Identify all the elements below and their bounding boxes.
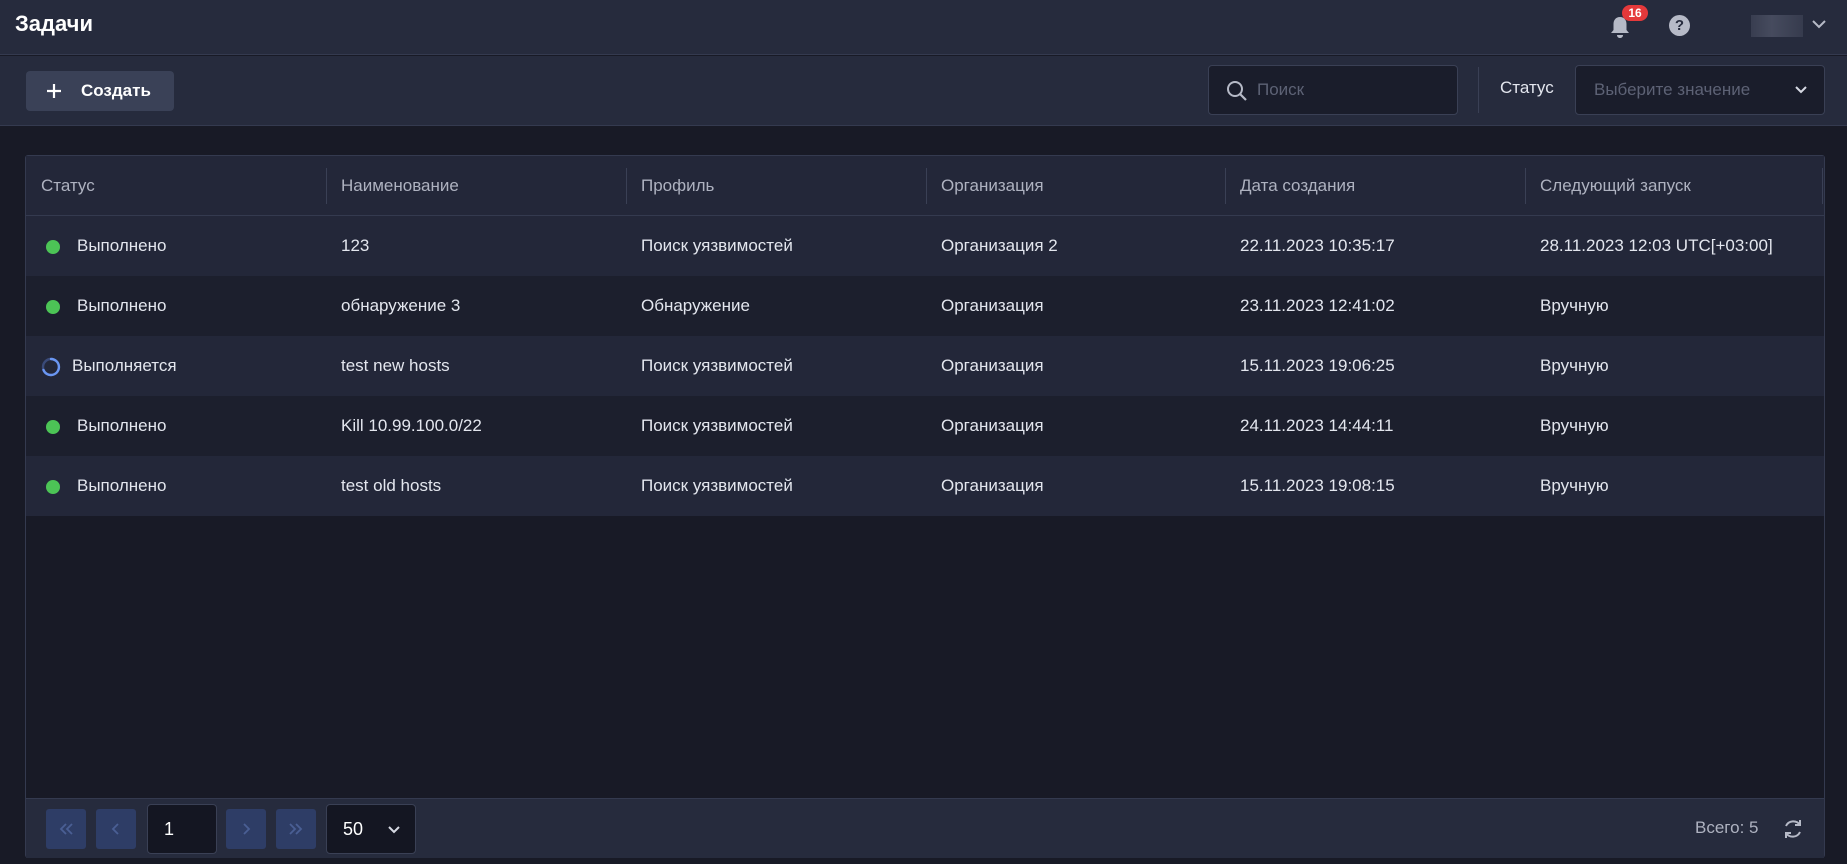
page-size-select[interactable]: 50 xyxy=(326,804,416,854)
table-row[interactable]: Выполнено обнаружение 3 Обнаружение Орга… xyxy=(26,276,1824,336)
chevron-down-icon[interactable] xyxy=(1811,18,1827,30)
table-row[interactable]: Выполняется test new hosts Поиск уязвимо… xyxy=(26,336,1824,396)
task-organization: Организация 2 xyxy=(941,236,1058,255)
task-next-run: Вручную xyxy=(1540,476,1609,495)
help-icon[interactable]: ? xyxy=(1669,15,1690,36)
task-next-run: Вручную xyxy=(1540,296,1609,315)
status-filter-placeholder: Выберите значение xyxy=(1594,80,1751,99)
double-chevron-right-icon xyxy=(289,823,303,835)
column-header-profile[interactable]: Профиль xyxy=(626,156,714,216)
task-next-run: Вручную xyxy=(1540,416,1609,435)
user-avatar[interactable] xyxy=(1751,15,1803,37)
pagination-bar: 1 50 Всего: 5 xyxy=(26,798,1824,858)
loading-spinner-icon xyxy=(41,357,61,377)
total-count: Всего: 5 xyxy=(1695,818,1759,837)
next-page-button[interactable] xyxy=(226,809,266,849)
column-header-status[interactable]: Статус xyxy=(26,156,95,216)
status-done-indicator xyxy=(46,300,60,314)
first-page-button[interactable] xyxy=(46,809,86,849)
task-created: 15.11.2023 19:06:25 xyxy=(1240,356,1395,375)
search-icon xyxy=(1227,81,1247,101)
table-row[interactable]: Выполнено Kill 10.99.100.0/22 Поиск уязв… xyxy=(26,396,1824,456)
column-separator xyxy=(1822,168,1823,204)
previous-page-button[interactable] xyxy=(96,809,136,849)
status-text: Выполнено xyxy=(77,296,167,315)
task-name: Kill 10.99.100.0/22 xyxy=(341,416,482,435)
tasks-table: Статус Наименование Профиль Организация … xyxy=(25,155,1825,858)
task-name: test new hosts xyxy=(341,356,450,375)
toolbar: Создать Статус Выберите значение xyxy=(0,56,1847,126)
task-profile: Поиск уязвимостей xyxy=(641,416,793,435)
page-size-value: 50 xyxy=(343,819,364,839)
plus-icon xyxy=(47,84,61,98)
column-header-name[interactable]: Наименование xyxy=(326,156,459,216)
column-header-created[interactable]: Дата создания xyxy=(1225,156,1355,216)
task-profile: Обнаружение xyxy=(641,296,750,315)
table-header: Статус Наименование Профиль Организация … xyxy=(26,156,1824,216)
status-filter-select[interactable]: Выберите значение xyxy=(1575,65,1825,115)
status-done-indicator xyxy=(46,240,60,254)
task-created: 24.11.2023 14:44:11 xyxy=(1240,416,1394,435)
refresh-icon[interactable] xyxy=(1781,817,1805,841)
task-next-run: 28.11.2023 12:03 UTC[+03:00] xyxy=(1540,236,1773,255)
task-name: 123 xyxy=(341,236,370,255)
task-organization: Организация xyxy=(941,476,1044,495)
task-organization: Организация xyxy=(941,296,1044,315)
status-text: Выполнено xyxy=(77,416,167,435)
search-input[interactable] xyxy=(1257,76,1447,104)
chevron-down-icon xyxy=(388,826,400,834)
task-created: 15.11.2023 19:08:15 xyxy=(1240,476,1395,495)
chevron-right-icon xyxy=(243,823,251,835)
create-button[interactable]: Создать xyxy=(26,71,174,111)
page-number-input[interactable]: 1 xyxy=(147,804,217,854)
task-profile: Поиск уязвимостей xyxy=(641,476,793,495)
toolbar-divider xyxy=(1478,67,1479,113)
task-created: 23.11.2023 12:41:02 xyxy=(1240,296,1395,315)
task-organization: Организация xyxy=(941,356,1044,375)
task-organization: Организация xyxy=(941,416,1044,435)
task-profile: Поиск уязвимостей xyxy=(641,236,793,255)
chevron-left-icon xyxy=(111,823,119,835)
task-profile: Поиск уязвимостей xyxy=(641,356,793,375)
last-page-button[interactable] xyxy=(276,809,316,849)
status-done-indicator xyxy=(46,480,60,494)
double-chevron-left-icon xyxy=(59,823,73,835)
notification-count-badge: 16 xyxy=(1622,5,1648,21)
task-created: 22.11.2023 10:35:17 xyxy=(1240,236,1395,255)
page-title: Задачи xyxy=(15,11,93,36)
table-row[interactable]: Выполнено 123 Поиск уязвимостей Организа… xyxy=(26,216,1824,276)
column-header-next-run[interactable]: Следующий запуск xyxy=(1525,156,1691,216)
search-field[interactable] xyxy=(1208,65,1458,115)
column-header-organization[interactable]: Организация xyxy=(926,156,1044,216)
app-header: Задачи 16 ? xyxy=(0,0,1847,55)
create-button-label: Создать xyxy=(81,81,151,100)
chevron-down-icon xyxy=(1795,86,1807,94)
status-text: Выполнено xyxy=(77,236,167,255)
status-text: Выполняется xyxy=(72,356,177,375)
task-next-run: Вручную xyxy=(1540,356,1609,375)
task-name: обнаружение 3 xyxy=(341,296,461,315)
task-name: test old hosts xyxy=(341,476,442,495)
status-text: Выполнено xyxy=(77,476,167,495)
status-done-indicator xyxy=(46,420,60,434)
table-row[interactable]: Выполнено test old hosts Поиск уязвимост… xyxy=(26,456,1824,516)
status-filter-label: Статус xyxy=(1500,78,1554,97)
